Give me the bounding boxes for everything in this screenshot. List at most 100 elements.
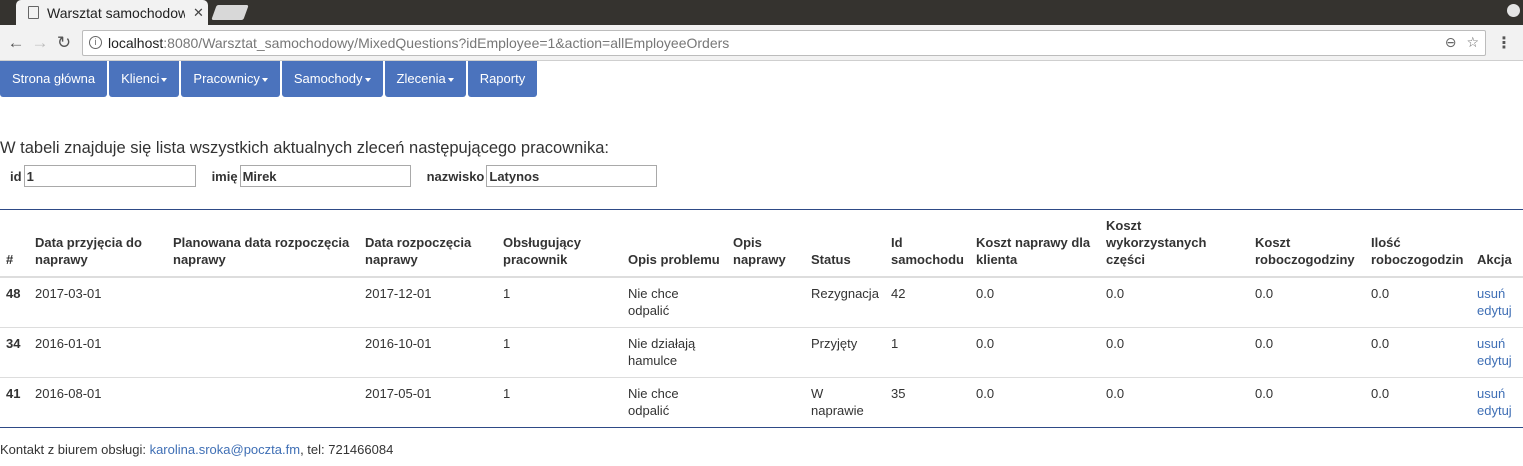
edit-link[interactable]: edytuj [1477, 353, 1512, 368]
nav-item-5[interactable]: Raporty [467, 61, 538, 97]
browser-tab[interactable]: Warsztat samochodowy ✕ [16, 0, 208, 25]
caret-down-icon [364, 77, 371, 82]
column-header: Koszt roboczogodziny [1255, 235, 1355, 267]
cell-received: 2016-08-01 [35, 386, 102, 401]
table-row: 34 2016-01-01 2016-10-01 1 Nie działają hamu… [0, 327, 1523, 378]
delete-link[interactable]: usuń [1477, 386, 1505, 401]
cell-car-id: 1 [891, 336, 899, 351]
column-header: # [6, 252, 14, 267]
id-label: id [10, 168, 22, 184]
menu-icon[interactable]: ⋮ [1496, 33, 1512, 53]
footer: Kontakt z biurem obsługi: karolina.sroka… [0, 442, 393, 457]
last-name-field[interactable] [486, 165, 658, 187]
main-navbar: Strona główna Klienci Pracownicy Samochody Z… [0, 61, 1523, 97]
cell-planned [167, 277, 359, 328]
url-path: :8080/Warsztat_samochodowy/MixedQuestion… [163, 34, 730, 51]
nav-label: Zlecenia [396, 71, 446, 86]
nav-item-0[interactable]: Strona główna [0, 61, 108, 97]
edit-link[interactable]: edytuj [1477, 303, 1512, 318]
reload-icon[interactable]: ↻ [52, 31, 76, 55]
back-arrow-icon[interactable]: ← [4, 31, 28, 55]
forward-arrow-icon[interactable]: → [28, 31, 52, 55]
cell-cost-parts: 0.0 [1106, 336, 1125, 351]
email-link[interactable]: karolina.sroka@poczta.fm [150, 442, 300, 457]
column-header: Koszt wykorzystanych części [1106, 218, 1207, 267]
cell-cost-parts: 0.0 [1106, 386, 1125, 401]
footer-phone: , tel: 721466084 [300, 442, 394, 457]
cell-started: 2016-10-01 [365, 336, 432, 351]
address-bar[interactable]: i localhost:8080/Warsztat_samochodowy/Mi… [82, 29, 1486, 56]
cell-actions: usuń edytuj [1471, 378, 1523, 428]
url-host: localhost [108, 34, 164, 51]
cell-id: 41 [6, 386, 21, 401]
cell-planned [167, 328, 359, 378]
cell-cost-client: 0.0 [976, 286, 995, 301]
column-header: Opis naprawy [733, 235, 786, 267]
cell-employee: 1 [503, 336, 511, 351]
cell-hours: 0.0 [1371, 336, 1390, 351]
cell-cost-hour: 0.0 [1255, 386, 1274, 401]
cell-problem: Nie chce odpalić [628, 286, 679, 318]
column-header: Obsługujący pracownik [503, 235, 582, 267]
cell-hours: 0.0 [1371, 386, 1390, 401]
cell-cost-hour: 0.0 [1255, 286, 1274, 301]
cell-cost-client: 0.0 [976, 336, 995, 351]
profile-icon[interactable] [1507, 4, 1520, 17]
cell-cost-client: 0.0 [976, 386, 995, 401]
column-header: Ilość roboczogodzin [1371, 235, 1464, 267]
cell-employee: 1 [503, 286, 511, 301]
first-name-field[interactable] [239, 165, 411, 187]
cell-actions: usuń edytuj [1471, 328, 1523, 378]
column-header: Planowana data rozpoczęcia naprawy [173, 235, 350, 267]
table-header-row: # Data przyjęcia do naprawy Planowana data… [0, 209, 1523, 277]
cell-planned [167, 378, 359, 428]
caret-down-icon [447, 77, 454, 82]
nav-item-3[interactable]: Samochody [281, 61, 383, 97]
cell-repair [727, 328, 805, 378]
cell-cost-parts: 0.0 [1106, 286, 1125, 301]
nav-label: Klienci [121, 71, 160, 86]
cell-status: Rezygnacja [811, 286, 879, 301]
close-icon[interactable]: ✕ [193, 5, 204, 21]
intro-text: W tabeli znajduje się lista wszystkich a… [0, 139, 609, 157]
browser-toolbar: ← → ↻ i localhost:8080/Warsztat_samochod… [0, 25, 1523, 61]
cell-repair [727, 378, 805, 428]
nav-item-2[interactable]: Pracownicy [181, 61, 280, 97]
cell-received: 2017-03-01 [35, 286, 102, 301]
footer-prefix: Kontakt z biurem obsługi: [0, 442, 150, 457]
id-field[interactable] [23, 165, 196, 187]
bookmark-star-icon[interactable]: ☆ [1466, 34, 1479, 51]
cell-repair [727, 277, 805, 328]
cell-id: 34 [6, 336, 21, 351]
delete-link[interactable]: usuń [1477, 286, 1505, 301]
edit-link[interactable]: edytuj [1477, 403, 1512, 418]
orders-table: # Data przyjęcia do naprawy Planowana data… [0, 209, 1523, 428]
delete-link[interactable]: usuń [1477, 336, 1505, 351]
cell-id: 48 [6, 286, 21, 301]
cell-status: Przyjęty [811, 336, 858, 351]
nav-item-4[interactable]: Zlecenia [384, 61, 466, 97]
zoom-icon[interactable]: ⊖ [1445, 34, 1457, 51]
column-header: Id samochodu [891, 235, 964, 267]
cell-problem: Nie działają hamulce [628, 336, 696, 368]
cell-car-id: 42 [891, 286, 906, 301]
nav-label: Strona główna [12, 71, 96, 86]
cell-cost-hour: 0.0 [1255, 336, 1274, 351]
tab-title: Warsztat samochodowy [47, 4, 185, 21]
column-header: Data przyjęcia do naprawy [35, 235, 142, 267]
cell-employee: 1 [503, 386, 511, 401]
info-icon[interactable]: i [89, 36, 102, 49]
nav-item-1[interactable]: Klienci [109, 61, 180, 97]
cell-problem: Nie chce odpalić [628, 386, 679, 418]
cell-started: 2017-05-01 [365, 386, 432, 401]
last-name-label: nazwisko [426, 168, 485, 184]
nav-label: Pracownicy [193, 71, 260, 86]
caret-down-icon [161, 77, 168, 82]
employee-fields: id imię nazwisko [10, 165, 658, 187]
new-tab-button[interactable] [211, 5, 249, 20]
cell-started: 2017-12-01 [365, 286, 432, 301]
column-header: Akcja [1477, 252, 1512, 267]
page-icon [28, 6, 39, 19]
column-header: Koszt naprawy dla klienta [976, 235, 1091, 267]
table-row: 41 2016-08-01 2017-05-01 1 Nie chce odpalić W… [0, 377, 1523, 428]
